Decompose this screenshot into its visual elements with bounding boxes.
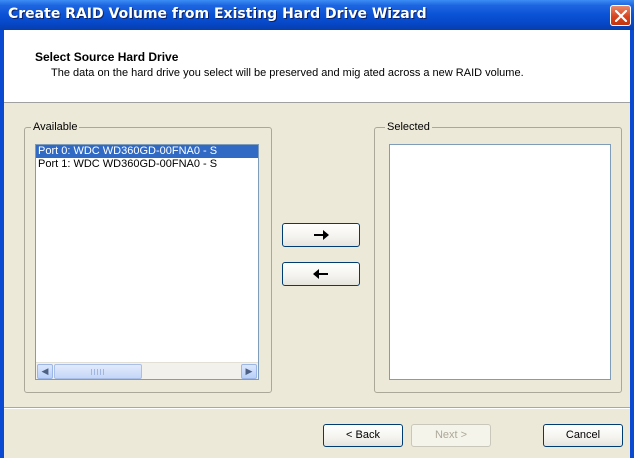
available-label: Available [31, 121, 80, 133]
selected-label: Selected [385, 121, 432, 133]
selected-list[interactable] [389, 144, 611, 380]
scroll-right-icon[interactable]: ▶ [241, 364, 257, 379]
scroll-thumb[interactable] [54, 364, 142, 379]
available-group: Available Port 0: WDC WD360GD-00FNA0 - S… [24, 121, 272, 393]
back-button[interactable]: < Back [323, 424, 403, 447]
next-button[interactable]: Next > [411, 424, 491, 447]
arrow-left-icon [313, 269, 328, 279]
window-title: Create RAID Volume from Existing Hard Dr… [8, 6, 427, 22]
close-button[interactable] [610, 5, 631, 26]
close-icon [615, 10, 627, 22]
available-list[interactable]: Port 0: WDC WD360GD-00FNA0 - S Port 1: WD… [35, 144, 259, 380]
wizard-window: Create RAID Volume from Existing Hard Dr… [0, 0, 634, 458]
page-description: The data on the hard drive you select wi… [51, 67, 524, 79]
footer-separator [4, 407, 630, 409]
wizard-header: Select Source Hard Drive The data on the… [4, 30, 630, 103]
available-items: Port 0: WDC WD360GD-00FNA0 - S Port 1: WD… [36, 145, 258, 171]
window-frame-right [630, 30, 634, 458]
remove-from-selected-button[interactable] [282, 262, 360, 286]
page-title: Select Source Hard Drive [35, 50, 179, 64]
cancel-button[interactable]: Cancel [543, 424, 623, 447]
scroll-grip [91, 369, 105, 375]
arrow-right-icon [314, 230, 329, 240]
title-bar[interactable]: Create RAID Volume from Existing Hard Dr… [0, 0, 634, 30]
add-to-selected-button[interactable] [282, 223, 360, 247]
selected-group: Selected [374, 121, 622, 393]
available-item[interactable]: Port 0: WDC WD360GD-00FNA0 - S [36, 145, 258, 158]
scroll-left-icon[interactable]: ◀ [37, 364, 53, 379]
horizontal-scrollbar[interactable]: ◀ ▶ [36, 362, 258, 379]
available-item[interactable]: Port 1: WDC WD360GD-00FNA0 - S [36, 158, 258, 171]
